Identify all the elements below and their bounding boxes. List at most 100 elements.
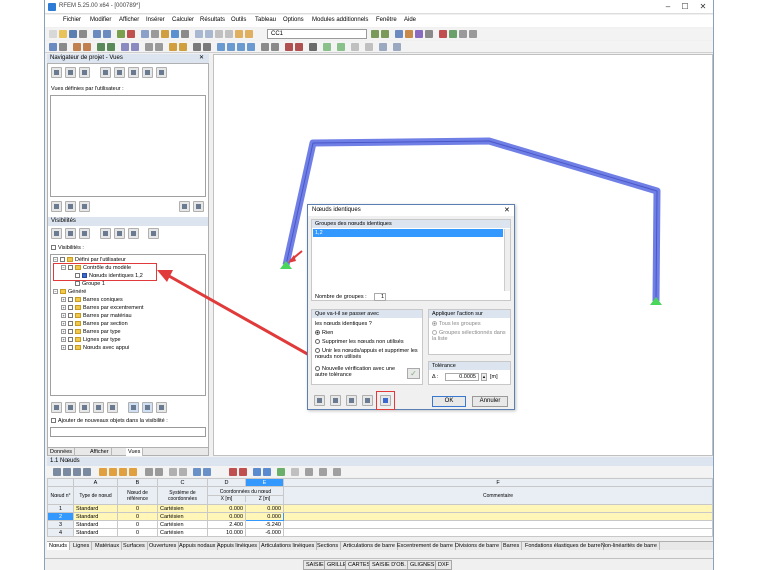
cell-comment[interactable] [283, 528, 713, 537]
cell-comment[interactable] [283, 520, 713, 529]
table-paste-icon[interactable] [119, 468, 127, 476]
table-row[interactable]: 4 Standard 0 Cartésien 10.000 -6.000 [47, 528, 713, 537]
table-row[interactable]: 1 Standard 0 Cartésien 0.000 0.000 [47, 504, 713, 513]
tab-lignes[interactable]: Lignes [71, 542, 93, 550]
cell-comment[interactable] [283, 504, 713, 513]
cell-type[interactable]: Standard [73, 528, 118, 537]
header-x: X [m] [220, 496, 233, 502]
cell-ref[interactable]: 0 [117, 528, 158, 537]
status-dxf[interactable]: DXF [435, 560, 452, 570]
cell-ref[interactable]: 0 [117, 512, 158, 521]
tab-sections[interactable]: Sections [315, 542, 342, 550]
dialog-close-icon[interactable]: ✕ [504, 206, 510, 214]
tolerance-panel: Tolérance Δ : 0.0005 ▲ [m] [428, 361, 511, 385]
cell-type[interactable]: Standard [73, 504, 118, 513]
tab-articulations-barre[interactable]: Articulations de barre [341, 542, 398, 550]
display-icon[interactable] [362, 395, 373, 406]
cancel-button[interactable]: Annuler [472, 396, 508, 407]
table-function-icon[interactable] [319, 468, 327, 476]
table-insert-row-icon[interactable] [145, 468, 153, 476]
table-sum-icon[interactable] [305, 468, 313, 476]
col-letter-blank [47, 478, 74, 487]
table-select-icon[interactable] [169, 468, 177, 476]
table-export-icon[interactable] [263, 468, 271, 476]
cell-sys[interactable]: Cartésien [157, 520, 208, 529]
tab-excentrement-barre[interactable]: Excentrement de barre [395, 542, 456, 550]
tab-ouvertures[interactable]: Ouvertures [147, 542, 180, 550]
apply-header: Appliquer l'action sur [429, 310, 510, 318]
header-z: Z [m] [245, 496, 283, 502]
cell-sys[interactable]: Cartésien [157, 504, 208, 513]
table-goto-icon[interactable] [53, 468, 61, 476]
table-view-icon[interactable] [83, 468, 91, 476]
cell-ref[interactable]: 0 [117, 520, 158, 529]
table-row[interactable]: 3 Standard 0 Cartésien 2.400 -5.240 [47, 520, 713, 529]
tab-appuis-lineiques[interactable]: Appuis linéiques [215, 542, 261, 550]
tab-surfaces[interactable]: Surfaces [121, 542, 148, 550]
tab-materiaux[interactable]: Matériaux [93, 542, 123, 550]
table-excel-icon[interactable] [129, 468, 137, 476]
cell-x[interactable]: 10.000 [207, 528, 246, 537]
tolerance-spin-icon[interactable]: ▲ [481, 373, 487, 381]
recheck-button-icon[interactable]: ✓ [407, 368, 420, 379]
option-merge-label: Unir les nœuds/appuis et supprimer les n… [315, 348, 418, 360]
cell-x[interactable]: 0.000 [207, 512, 246, 521]
status-saisie-ob[interactable]: SAISIE D'OB. [369, 560, 409, 570]
table-copy-icon[interactable] [109, 468, 117, 476]
cell-type[interactable]: Standard [73, 512, 118, 521]
view-icon[interactable] [346, 395, 357, 406]
cell-z[interactable]: 0.000 [245, 512, 284, 521]
table-import-icon[interactable] [253, 468, 261, 476]
cell-z[interactable]: -6.000 [245, 528, 284, 537]
edit-icon[interactable] [330, 395, 341, 406]
table-delete-row-icon[interactable] [155, 468, 163, 476]
col-letter-e[interactable]: E [245, 478, 284, 487]
tab-divisions-barre[interactable]: Divisions de barre [453, 542, 503, 550]
tab-non-linearites[interactable]: Non-linéarités de barre [599, 542, 660, 550]
option-delete-unused[interactable]: Supprimer les nœuds non utilisés [315, 339, 404, 345]
group-count-label: Nombre de groupes : [315, 294, 367, 300]
tolerance-input[interactable]: 0.0005 [445, 373, 479, 381]
cell-sys[interactable]: Cartésien [157, 528, 208, 537]
group-list-item[interactable]: 1,2 [313, 229, 503, 237]
table-search-icon[interactable] [179, 468, 187, 476]
what-panel: Que va-t-il se passer avec les nœuds ide… [311, 309, 423, 385]
groups-scrollbar[interactable] [504, 229, 510, 291]
status-glignes[interactable]: GLIGNES [407, 560, 438, 570]
table-prev-icon[interactable] [193, 468, 201, 476]
apply-all-groups[interactable]: Tous les groupes [432, 321, 481, 327]
tab-barres[interactable]: Barres [501, 542, 523, 550]
table-sort-icon[interactable] [73, 468, 81, 476]
table-next-icon[interactable] [203, 468, 211, 476]
option-recheck[interactable]: Nouvelle vérification avec une autre tol… [315, 366, 403, 378]
tab-appuis-nodaux[interactable]: Appuis nodaux [177, 542, 219, 550]
table-clear-icon[interactable] [239, 468, 247, 476]
cell-z[interactable]: -5.240 [245, 520, 284, 529]
table-settings-icon[interactable] [291, 468, 299, 476]
table-filter-icon[interactable] [63, 468, 71, 476]
header-node: Nœud n° [47, 486, 74, 505]
tolerance-unit: [m] [490, 374, 498, 380]
help-icon[interactable] [314, 395, 325, 406]
dialog-title: Nœuds identiques [308, 205, 514, 216]
ok-button[interactable]: OK [432, 396, 466, 407]
table-percent-icon[interactable] [333, 468, 341, 476]
cell-x[interactable]: 2.400 [207, 520, 246, 529]
table-row[interactable]: 2 Standard 0 Cartésien 0.000 0.000 [47, 512, 713, 521]
tab-noeuds[interactable]: Nœuds [47, 542, 71, 550]
header-type: Type de nœud [73, 486, 118, 505]
cell-z[interactable]: 0.000 [245, 504, 284, 513]
table-check-icon[interactable] [277, 468, 285, 476]
cell-x[interactable]: 0.000 [207, 504, 246, 513]
tab-articulations-lineiques[interactable]: Articulations linéiques [259, 542, 318, 550]
tab-fondations[interactable]: Fondations élastiques de barre [523, 542, 604, 550]
apply-selected-groups[interactable]: Groupes sélectionnés dans la liste [432, 330, 510, 342]
cell-sys[interactable]: Cartésien [157, 512, 208, 521]
cell-type[interactable]: Standard [73, 520, 118, 529]
option-merge[interactable]: Unir les nœuds/appuis et supprimer les n… [315, 348, 421, 360]
table-cut-icon[interactable] [99, 468, 107, 476]
option-rien[interactable]: Rien [315, 330, 333, 336]
table-delete-icon[interactable] [229, 468, 237, 476]
cell-comment[interactable] [283, 512, 713, 521]
cell-ref[interactable]: 0 [117, 504, 158, 513]
